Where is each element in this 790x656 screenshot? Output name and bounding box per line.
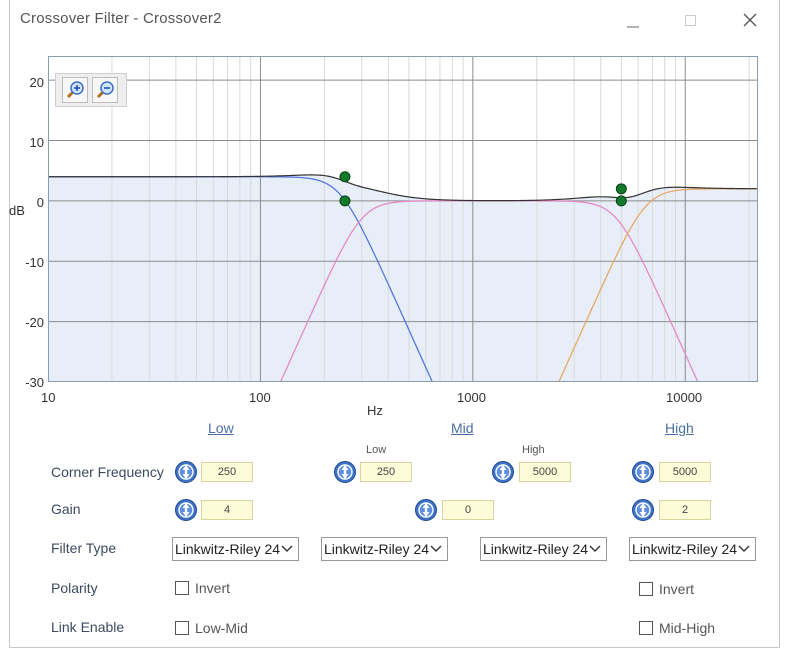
band-high-link[interactable]: High bbox=[665, 420, 694, 436]
x-tick-label: 1000 bbox=[457, 390, 486, 405]
high-freq-spinner[interactable] bbox=[631, 460, 655, 484]
chevron-down-icon bbox=[430, 545, 442, 552]
select-value: Linkwitz-Riley 24 bbox=[175, 541, 281, 557]
select-value: Linkwitz-Riley 24 bbox=[483, 541, 589, 557]
y-tick-label: -20 bbox=[25, 315, 44, 330]
mid-low-freq-spinner[interactable] bbox=[333, 460, 357, 484]
high-invert-checkbox[interactable] bbox=[639, 582, 653, 596]
low-filter-type-select[interactable]: Linkwitz-Riley 24 bbox=[172, 537, 299, 561]
window-title: Crossover Filter - Crossover2 bbox=[20, 10, 222, 27]
low-freq-spinner[interactable] bbox=[174, 460, 198, 484]
high-invert-label: Invert bbox=[659, 581, 695, 597]
mid-gain-field[interactable]: 0 bbox=[442, 500, 494, 520]
mid-low-sublabel: Low bbox=[366, 444, 387, 456]
zoom-in-button[interactable] bbox=[62, 77, 88, 103]
mid-gain-spinner[interactable] bbox=[414, 498, 438, 522]
link-low-mid-label: Low-Mid bbox=[195, 620, 248, 636]
y-axis-label: dB bbox=[9, 203, 25, 218]
chevron-down-icon bbox=[589, 545, 601, 552]
minimize-button[interactable] bbox=[620, 8, 646, 32]
x-tick-label: 10000 bbox=[666, 390, 703, 405]
low-invert-checkbox[interactable] bbox=[175, 581, 189, 595]
chevron-down-icon bbox=[738, 545, 750, 552]
x-tick-label: 10 bbox=[41, 390, 56, 405]
zoom-toolbar bbox=[55, 73, 127, 107]
polarity-label: Polarity bbox=[51, 580, 98, 596]
chevron-down-icon bbox=[281, 545, 293, 552]
high-gain-field[interactable]: 2 bbox=[659, 500, 711, 520]
low-invert-label: Invert bbox=[195, 580, 231, 596]
mid-high-freq-spinner[interactable] bbox=[491, 460, 515, 484]
mid-high-sublabel: High bbox=[522, 444, 545, 456]
minimize-icon bbox=[627, 26, 639, 28]
filter-type-label: Filter Type bbox=[51, 540, 117, 556]
close-icon bbox=[743, 13, 757, 27]
link-enable-label: Link Enable bbox=[51, 619, 125, 635]
zoom-out-icon bbox=[96, 81, 114, 99]
plot-frame bbox=[48, 56, 758, 382]
select-value: Linkwitz-Riley 24 bbox=[324, 541, 430, 557]
close-button[interactable] bbox=[737, 8, 763, 32]
band-low-link[interactable]: Low bbox=[208, 420, 234, 436]
mid-high-freq-field[interactable]: 5000 bbox=[519, 462, 571, 482]
low-freq-field[interactable]: 250 bbox=[201, 462, 253, 482]
y-tick-label: -30 bbox=[25, 375, 44, 390]
high-gain-spinner[interactable] bbox=[631, 498, 655, 522]
x-tick-label: 100 bbox=[249, 390, 271, 405]
zoom-in-icon bbox=[66, 81, 84, 99]
low-gain-field[interactable]: 4 bbox=[201, 500, 253, 520]
maximize-button[interactable] bbox=[677, 8, 703, 32]
zoom-out-button[interactable] bbox=[92, 77, 118, 103]
mid-low-filter-type-select[interactable]: Linkwitz-Riley 24 bbox=[321, 537, 448, 561]
x-axis-label: Hz bbox=[367, 403, 383, 418]
band-mid-link[interactable]: Mid bbox=[451, 420, 474, 436]
low-gain-spinner[interactable] bbox=[174, 498, 198, 522]
y-tick-label: -10 bbox=[25, 255, 44, 270]
corner-frequency-label: Corner Frequency bbox=[51, 464, 164, 480]
high-filter-type-select[interactable]: Linkwitz-Riley 24 bbox=[629, 537, 756, 561]
select-value: Linkwitz-Riley 24 bbox=[632, 541, 738, 557]
link-mid-high-checkbox[interactable] bbox=[639, 621, 653, 635]
y-tick-label: 10 bbox=[29, 135, 44, 150]
high-freq-field[interactable]: 5000 bbox=[659, 462, 711, 482]
mid-low-freq-field[interactable]: 250 bbox=[360, 462, 412, 482]
maximize-icon bbox=[685, 15, 696, 26]
gain-label: Gain bbox=[51, 501, 81, 517]
link-low-mid-checkbox[interactable] bbox=[175, 621, 189, 635]
mid-high-filter-type-select[interactable]: Linkwitz-Riley 24 bbox=[480, 537, 607, 561]
y-tick-label: 20 bbox=[29, 75, 44, 90]
link-mid-high-label: Mid-High bbox=[659, 620, 716, 636]
